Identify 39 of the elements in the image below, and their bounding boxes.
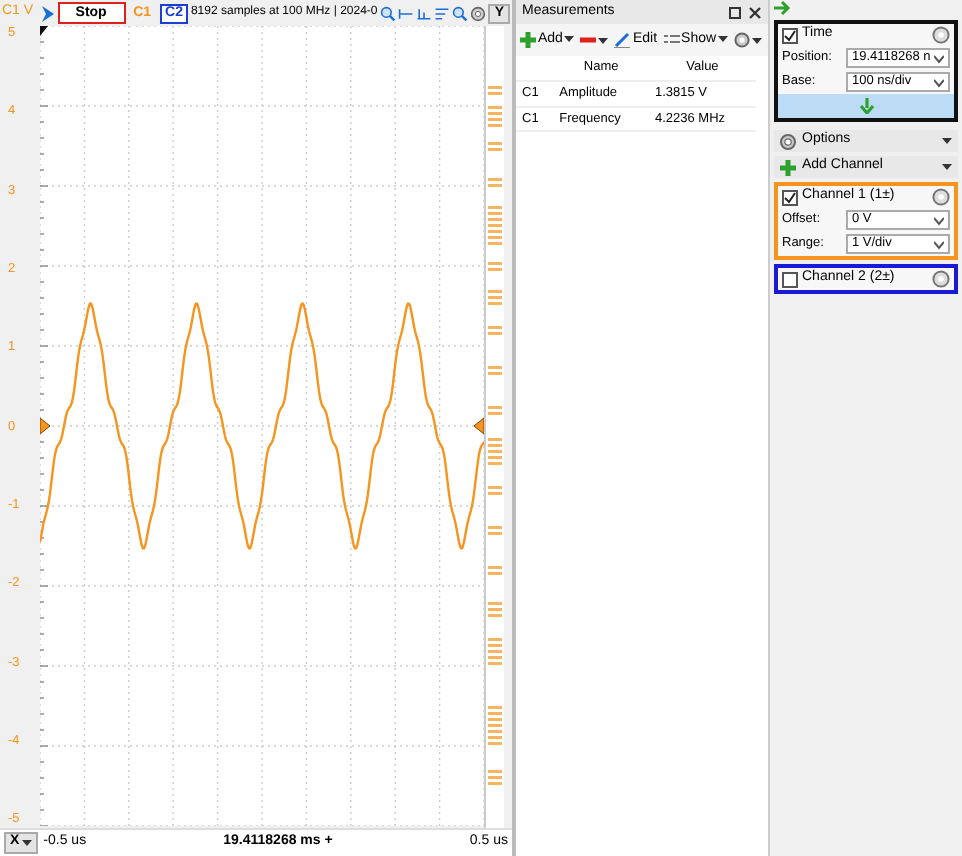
gear-icon bbox=[734, 32, 751, 48]
settings-button[interactable] bbox=[734, 32, 763, 48]
align-icon[interactable] bbox=[433, 5, 450, 21]
plus-icon bbox=[780, 159, 796, 175]
caret-icon bbox=[942, 136, 952, 146]
checkbox[interactable] bbox=[782, 189, 798, 205]
chevron-icon bbox=[934, 215, 944, 225]
list-icon bbox=[663, 31, 680, 48]
run-arrow-icon[interactable] bbox=[39, 5, 56, 21]
align-icon[interactable] bbox=[397, 5, 414, 21]
checkbox[interactable] bbox=[782, 27, 798, 43]
settings-icon[interactable] bbox=[932, 26, 950, 44]
align-icon[interactable] bbox=[415, 5, 432, 21]
chevron-icon bbox=[934, 239, 944, 249]
caret-icon bbox=[598, 35, 609, 45]
settings-icon[interactable] bbox=[932, 188, 950, 206]
caret-icon bbox=[21, 837, 32, 848]
chevron-icon bbox=[934, 77, 944, 87]
caret-icon bbox=[942, 162, 952, 172]
settings-icon[interactable] bbox=[469, 5, 486, 21]
caret-icon bbox=[718, 34, 729, 45]
checkbox[interactable] bbox=[782, 271, 798, 287]
caret-icon bbox=[752, 35, 763, 45]
plus-icon bbox=[520, 31, 536, 48]
down-arrow-icon bbox=[859, 98, 873, 114]
trigger-marker-icon bbox=[40, 26, 48, 36]
chevron-icon bbox=[934, 53, 944, 63]
arrow-icon[interactable] bbox=[774, 0, 792, 16]
close-icon[interactable] bbox=[748, 5, 762, 19]
minus-icon bbox=[580, 32, 597, 48]
remove-button[interactable] bbox=[580, 32, 609, 48]
gear-icon bbox=[780, 133, 796, 149]
zoom-icon[interactable] bbox=[451, 5, 468, 21]
caret-icon bbox=[564, 34, 575, 45]
pencil-icon bbox=[614, 31, 631, 48]
zoom-icon[interactable] bbox=[379, 5, 396, 21]
zero-marker-icon[interactable] bbox=[40, 417, 51, 435]
settings-icon[interactable] bbox=[932, 270, 950, 288]
restore-icon[interactable] bbox=[728, 5, 742, 19]
